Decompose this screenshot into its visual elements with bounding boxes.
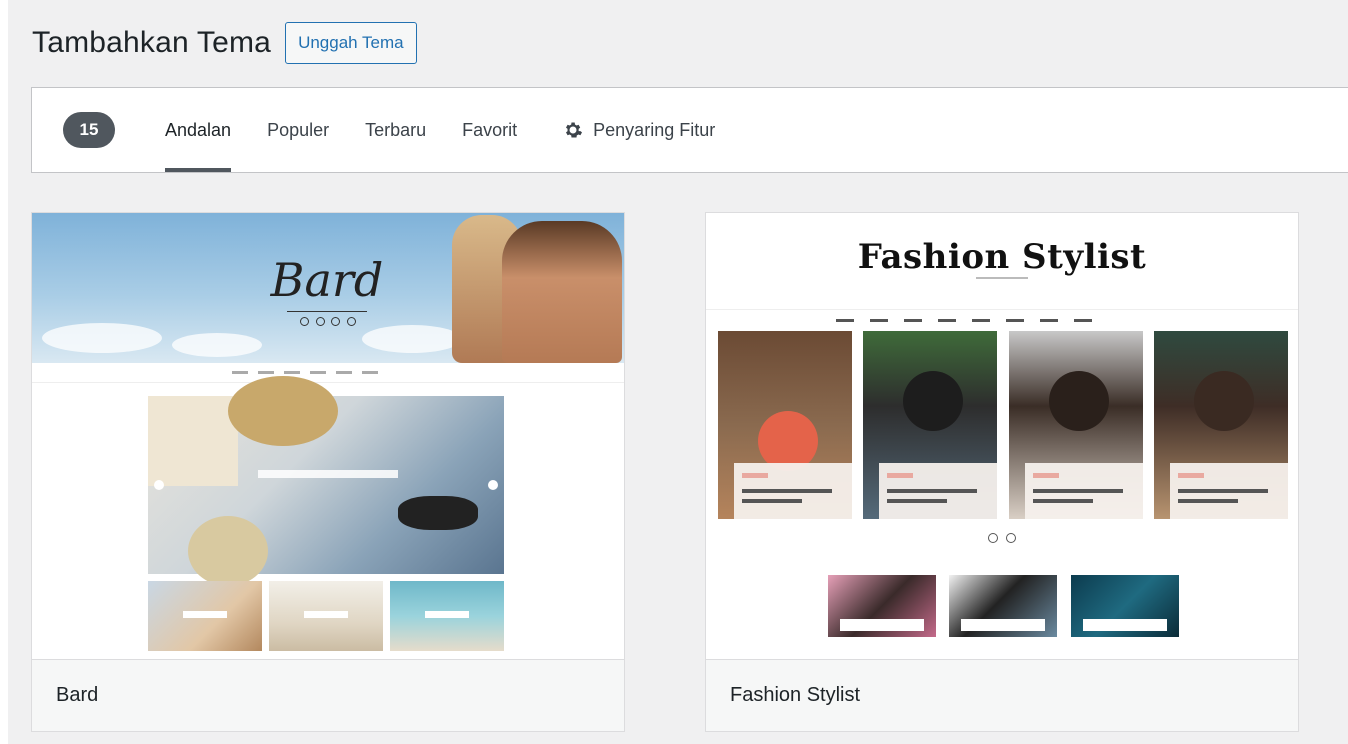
preview-post-image: [1154, 331, 1288, 519]
theme-name[interactable]: Fashion Stylist: [706, 659, 1298, 731]
preview-social-icons: [300, 317, 356, 327]
preview-logo: Fashion Stylist: [857, 237, 1147, 277]
preview-thumbnail: [269, 581, 383, 651]
feature-filter-label: Penyaring Fitur: [593, 119, 716, 140]
preview-post-image: [718, 331, 852, 519]
page-header: Tambahkan Tema Unggah Tema: [32, 22, 417, 64]
upload-theme-button[interactable]: Unggah Tema: [285, 22, 417, 64]
preview-slider-arrows: [988, 533, 1016, 543]
tab-favorit[interactable]: Favorit: [462, 88, 517, 172]
theme-screenshot[interactable]: Bard: [32, 213, 624, 659]
preview-nav: [706, 309, 1298, 329]
tab-andalan[interactable]: Andalan: [165, 88, 232, 172]
theme-count-badge: 15: [63, 112, 115, 148]
theme-name[interactable]: Bard: [32, 659, 624, 731]
preview-nav: [32, 363, 624, 383]
tab-populer[interactable]: Populer: [267, 88, 329, 172]
preview-thumbnail: [828, 575, 936, 637]
feature-filter-button[interactable]: Penyaring Fitur: [563, 120, 715, 141]
admin-sidebar-edge: [0, 0, 8, 744]
theme-filter-bar: 15 Andalan Populer Terbaru Favorit Penya…: [31, 87, 1348, 173]
preview-logo: Bard: [270, 253, 384, 307]
theme-card-bard[interactable]: Bard Bard: [31, 212, 625, 732]
preview-slider-image: [148, 376, 504, 586]
page-title: Tambahkan Tema: [32, 26, 272, 59]
preview-post-image: [1009, 331, 1143, 519]
theme-screenshot[interactable]: Fashion Stylist: [706, 213, 1298, 659]
gear-icon: [566, 122, 583, 138]
theme-tabs: Andalan Populer Terbaru Favorit: [165, 88, 553, 172]
preview-post-image: [863, 331, 997, 519]
preview-thumbnail: [390, 581, 504, 651]
theme-card-fashion-stylist[interactable]: Fashion Stylist Fashion Stylist: [705, 212, 1299, 732]
preview-thumbnail: [949, 575, 1057, 637]
preview-thumbnail: [1071, 575, 1179, 637]
preview-thumbnail: [148, 581, 262, 651]
tab-terbaru[interactable]: Terbaru: [365, 88, 426, 172]
